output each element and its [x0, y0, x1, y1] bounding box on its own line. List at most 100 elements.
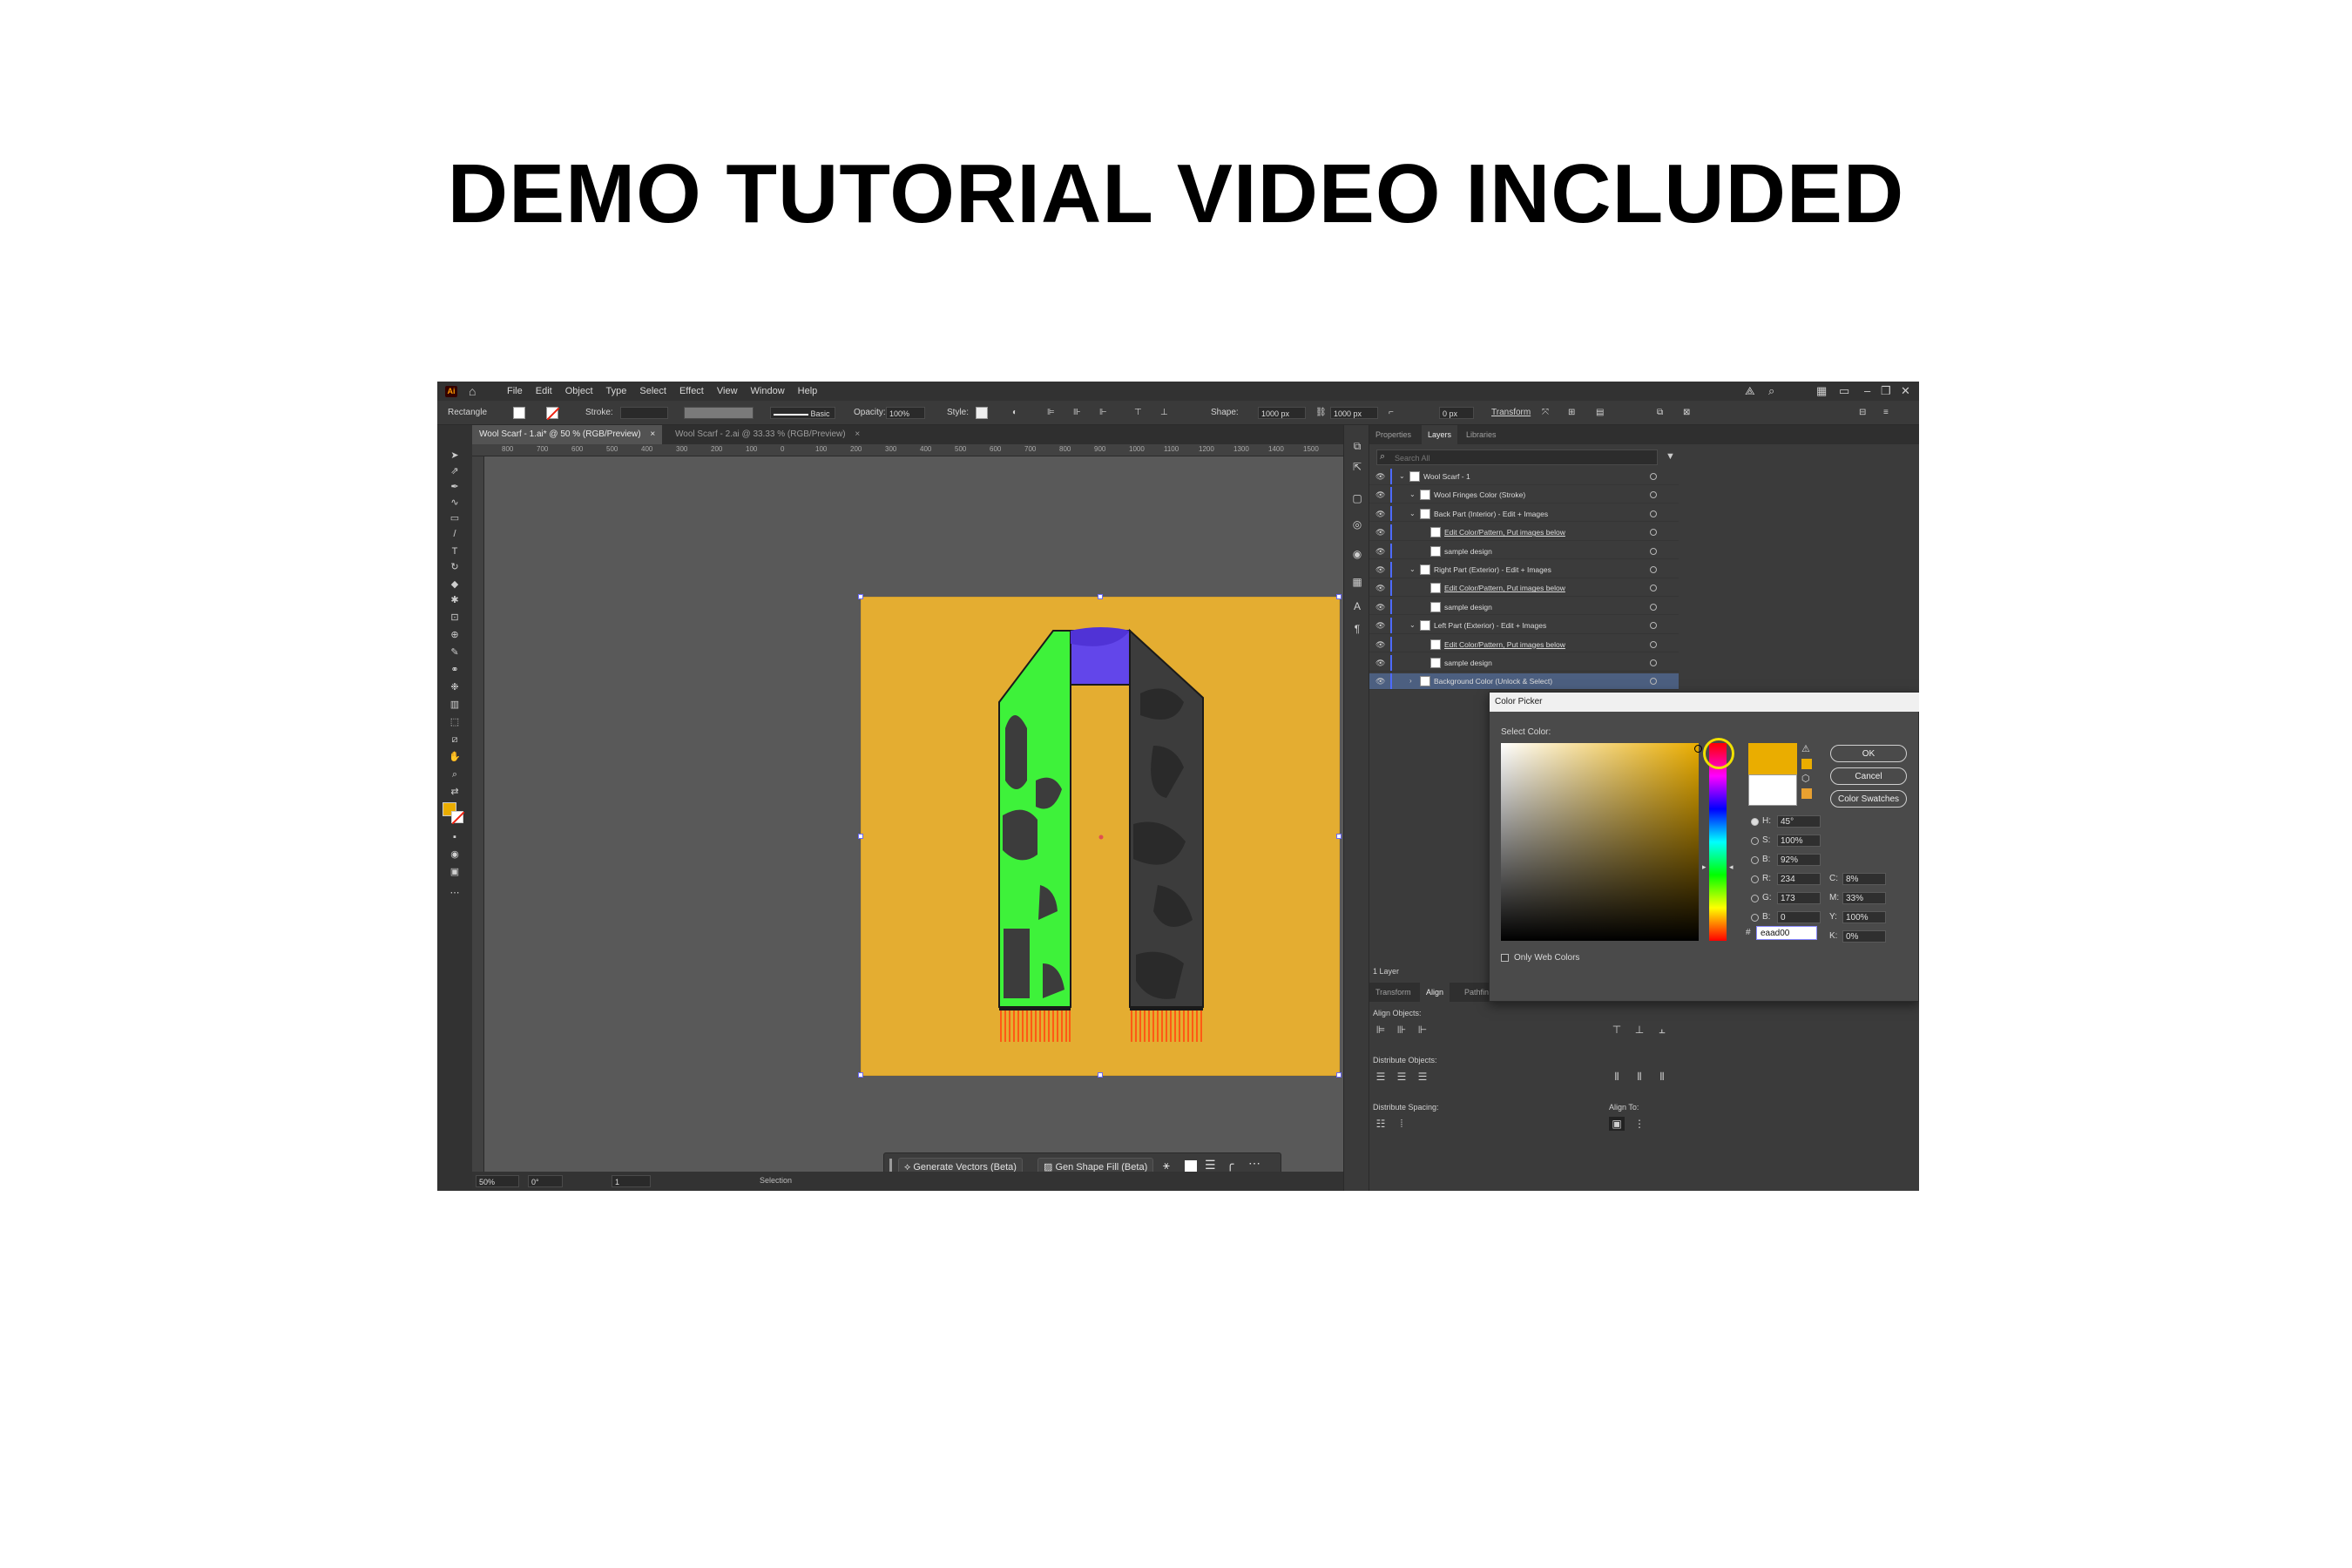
web-safe-warning-icon[interactable]: ⬡ [1801, 773, 1810, 784]
close-tab-icon[interactable]: × [650, 429, 655, 439]
list-icon[interactable]: ☰ [1205, 1158, 1216, 1173]
menu-lines-icon[interactable]: ≡ [1883, 408, 1889, 417]
visibility-eye-icon[interactable]: 👁 [1375, 506, 1385, 523]
layer-row[interactable]: 👁 Edit Color/Pattern, Put images below [1369, 580, 1679, 597]
web-safe-swatch[interactable] [1801, 788, 1812, 799]
selection-handle[interactable] [1098, 594, 1103, 599]
menu-edit[interactable]: Edit [536, 386, 552, 396]
distribute-bottom-icon[interactable]: ☰ [1415, 1070, 1430, 1084]
options-icon[interactable]: ⊞ [1568, 408, 1575, 417]
layer-row[interactable]: 👁 ⌄ Back Part (Interior) - Edit + Images [1369, 505, 1679, 523]
type-tool-icon[interactable]: T [448, 545, 462, 558]
saturation-field[interactable]: 100% [1777, 835, 1821, 847]
layer-row[interactable]: 👁 sample design [1369, 543, 1679, 560]
artboard[interactable] [858, 594, 1342, 1078]
visibility-eye-icon[interactable]: 👁 [1375, 637, 1385, 653]
target-icon[interactable] [1650, 547, 1657, 555]
tab-transform[interactable]: Transform [1369, 983, 1417, 1002]
hex-field[interactable]: eaad00 [1756, 926, 1817, 940]
hue-slider[interactable] [1709, 743, 1727, 941]
corner-radius-field[interactable]: 0 px [1439, 407, 1474, 419]
target-icon[interactable] [1650, 491, 1657, 499]
screen-mode-icon[interactable]: ▣ [448, 866, 462, 878]
visibility-eye-icon[interactable]: 👁 [1375, 618, 1385, 634]
layer-row[interactable]: 👁 ⌄ Left Part (Exterior) - Edit + Images [1369, 618, 1679, 634]
filter-icon[interactable]: ▼ [1666, 451, 1675, 462]
hue-arrow-right-icon[interactable]: ◂ [1729, 862, 1734, 872]
visibility-eye-icon[interactable]: 👁 [1375, 469, 1385, 485]
arrange-docs-icon[interactable]: ▤ [1596, 408, 1604, 417]
graph-tool-icon[interactable]: ▥ [448, 699, 462, 711]
selection-handle[interactable] [858, 834, 863, 839]
align-top-icon[interactable]: ⊤ [1609, 1023, 1625, 1037]
draw-mode-icon[interactable]: ◉ [448, 848, 462, 861]
panel-options-icon[interactable]: ⊟ [1859, 408, 1866, 417]
menu-type[interactable]: Type [606, 386, 627, 396]
disclosure-chevron-icon[interactable]: ⌄ [1409, 487, 1416, 504]
menu-help[interactable]: Help [798, 386, 818, 396]
more-options-icon[interactable]: ⋯ [1248, 1156, 1260, 1171]
color-field-cursor[interactable] [1694, 745, 1702, 753]
share-icon[interactable]: ⟁ [1745, 384, 1755, 398]
layer-row[interactable]: 👁 ⌄ Wool Fringes Color (Stroke) [1369, 487, 1679, 504]
corner-icon[interactable]: ⌐ [1389, 408, 1394, 417]
align-bottom-icon[interactable]: ⫠ [1654, 1023, 1670, 1037]
align-middle-icon[interactable]: ⊥ [1160, 408, 1168, 417]
color-field[interactable] [1501, 743, 1699, 941]
brush-field[interactable]: Basic [770, 407, 835, 419]
layer-row[interactable]: 👁 ⌄ Wool Scarf - 1 [1369, 469, 1679, 485]
brightness-field[interactable]: 92% [1777, 854, 1821, 866]
blend-tool-icon[interactable]: ⚭ [448, 664, 462, 676]
close-tab-icon[interactable]: × [855, 429, 860, 439]
magic-wand-icon[interactable]: ⚹ [1163, 1159, 1170, 1173]
search-icon[interactable]: ⌕ [1768, 384, 1774, 398]
tab-libraries[interactable]: Libraries [1460, 425, 1503, 444]
close-window-icon[interactable]: ✕ [1901, 384, 1910, 398]
libraries-icon[interactable]: ▢ [1350, 491, 1364, 505]
height-field[interactable]: 1000 px [1330, 407, 1378, 419]
visibility-eye-icon[interactable]: 👁 [1375, 524, 1385, 541]
tab-wool-scarf-1[interactable]: Wool Scarf - 1.ai* @ 50 % (RGB/Preview) … [472, 425, 663, 444]
visibility-eye-icon[interactable]: 👁 [1375, 673, 1385, 690]
visibility-eye-icon[interactable]: 👁 [1375, 599, 1385, 616]
isolate-icon[interactable]: ⤧ [1542, 408, 1549, 417]
curvature-tool-icon[interactable]: ∿ [448, 497, 462, 509]
align-v-center-icon[interactable]: ⊥ [1632, 1023, 1647, 1037]
align-right-icon[interactable]: ⊩ [1099, 408, 1107, 417]
appearance-icon[interactable]: ◎ [1350, 517, 1364, 531]
hand-tool-icon[interactable]: ✋ [448, 751, 462, 763]
yellow-field[interactable]: 100% [1842, 911, 1886, 923]
tab-wool-scarf-2[interactable]: Wool Scarf - 2.ai @ 33.33 % (RGB/Preview… [668, 425, 867, 444]
menu-view[interactable]: View [717, 386, 738, 396]
export-icon[interactable]: ⇱ [1350, 460, 1364, 474]
paintbrush-tool-icon[interactable]: / [448, 528, 462, 540]
align-h-center-icon[interactable]: ⊪ [1394, 1023, 1409, 1037]
selection-handle[interactable] [1098, 1072, 1103, 1078]
layer-row[interactable]: 👁 Edit Color/Pattern, Put images below [1369, 636, 1679, 653]
tab-layers[interactable]: Layers [1422, 425, 1458, 444]
color-swatches-button[interactable]: Color Swatches [1830, 790, 1907, 808]
stroke-color-swatch[interactable] [451, 811, 465, 825]
transform-link[interactable]: Transform [1491, 408, 1531, 417]
rotate-tool-icon[interactable]: ↻ [448, 561, 462, 573]
horizontal-spacing-icon[interactable]: ⦙ [1394, 1117, 1409, 1131]
cancel-button[interactable]: Cancel [1830, 767, 1907, 785]
blue-field[interactable]: 0 [1777, 911, 1821, 923]
stroke-weight-field[interactable] [620, 407, 668, 419]
selection-handle[interactable] [858, 1072, 863, 1078]
green-field[interactable]: 173 [1777, 892, 1821, 904]
ok-button[interactable]: OK [1830, 745, 1907, 762]
slice-tool-icon[interactable]: ⧄ [448, 733, 462, 746]
visibility-eye-icon[interactable]: 👁 [1375, 580, 1385, 597]
artboard-field[interactable]: 1 [612, 1175, 651, 1187]
menu-select[interactable]: Select [639, 386, 666, 396]
radio-blue[interactable] [1751, 914, 1759, 922]
disclosure-chevron-icon[interactable]: ⌄ [1409, 618, 1416, 634]
selection-handle[interactable] [858, 594, 863, 599]
visibility-eye-icon[interactable]: 👁 [1375, 487, 1385, 504]
selection-tool-icon[interactable]: ➤ [448, 449, 462, 462]
menu-object[interactable]: Object [565, 386, 593, 396]
visibility-eye-icon[interactable]: 👁 [1375, 655, 1385, 672]
radio-h[interactable] [1751, 818, 1759, 826]
layer-row[interactable]: 👁 ⌄ Right Part (Exterior) - Edit + Images [1369, 562, 1679, 578]
